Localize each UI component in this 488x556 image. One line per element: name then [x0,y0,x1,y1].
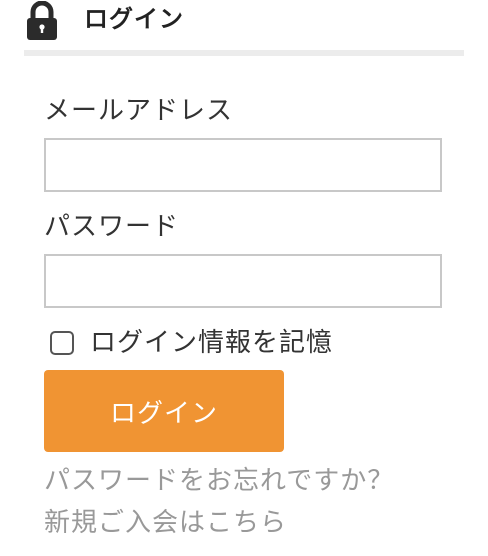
password-field[interactable] [44,254,442,308]
login-button[interactable]: ログイン [44,370,284,452]
lock-icon [25,0,59,41]
email-field[interactable] [44,138,442,192]
forgot-password-link[interactable]: パスワードをお忘れですか？ [44,464,394,498]
email-label: メールアドレス [44,96,234,126]
remember-me-row[interactable]: ログイン情報を記憶 [50,326,333,360]
page-title: ログイン [84,5,184,33]
register-link[interactable]: 新規ご入会はこちら [44,506,287,540]
remember-me-checkbox[interactable] [50,331,74,355]
password-label: パスワード [44,212,180,242]
header-divider [24,50,464,56]
login-header: ログイン [24,0,464,44]
remember-me-label[interactable]: ログイン情報を記憶 [90,326,333,360]
